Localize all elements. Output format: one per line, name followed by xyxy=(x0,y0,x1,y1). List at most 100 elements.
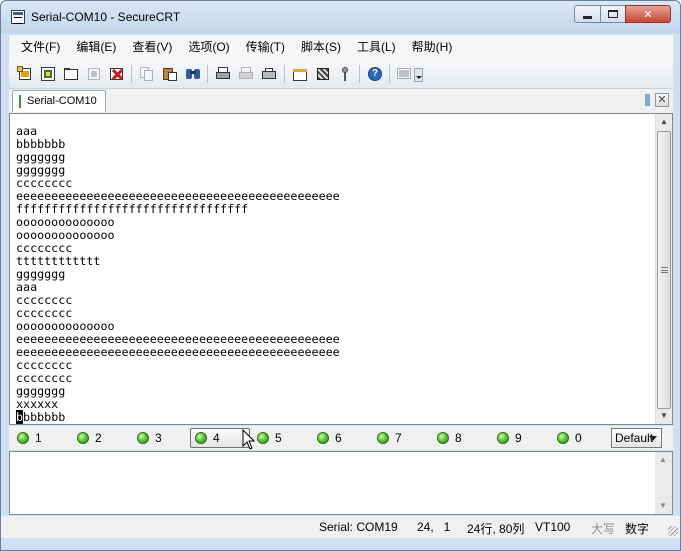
reconnect-icon[interactable] xyxy=(86,66,102,82)
led-icon xyxy=(257,432,269,444)
tab-serial-com10[interactable]: Serial-COM10 xyxy=(12,90,106,112)
button-bar-selector-value: Default xyxy=(615,431,654,445)
quick-connect-icon[interactable] xyxy=(40,66,56,82)
status-terminal-size: 24行, 80列 xyxy=(467,522,525,536)
scroll-up-icon[interactable]: ▲ xyxy=(656,114,672,130)
terminal-line: ggggggg xyxy=(16,267,66,281)
terminal-line: tttttttttttt xyxy=(16,254,101,268)
led-icon xyxy=(317,432,329,444)
terminal-line: xxxxxx xyxy=(16,397,59,411)
toolbar-separator xyxy=(389,65,390,83)
button-bar: 1 2 3 4 5 6 7 8 9 0 Default xyxy=(9,426,673,450)
menu-script[interactable]: 脚本(S) xyxy=(293,35,349,59)
scroll-up-icon[interactable]: ▲ xyxy=(655,452,671,468)
terminal-line: ggggggg xyxy=(16,384,66,398)
led-icon xyxy=(195,432,207,444)
status-bar: Serial: COM19 24, 1 24行, 80列 VT100 大写 数字 xyxy=(1,516,680,538)
led-icon xyxy=(377,432,389,444)
connect-icon[interactable] xyxy=(17,66,33,82)
toolbar-separator xyxy=(131,65,132,83)
connect-in-tab-icon[interactable] xyxy=(63,66,79,82)
menu-tools[interactable]: 工具(L) xyxy=(349,35,404,59)
button-bar-button-6[interactable]: 6 xyxy=(313,428,342,448)
button-bar-button-5[interactable]: 5 xyxy=(253,428,282,448)
tab-status-indicator xyxy=(19,95,21,108)
status-caps-lock: 大写 xyxy=(591,522,616,536)
button-bar-button-1[interactable]: 1 xyxy=(13,428,42,448)
button-bar-button-4[interactable]: 4 xyxy=(190,428,250,448)
button-bar-button-2[interactable]: 2 xyxy=(73,428,102,448)
close-icon: ✕ xyxy=(643,8,653,21)
window-title: Serial-COM10 - SecureCRT xyxy=(31,10,181,24)
key-icon[interactable] xyxy=(337,66,353,82)
close-button[interactable]: ✕ xyxy=(625,5,671,23)
terminal-line: cccccccc xyxy=(16,241,73,255)
scroll-down-icon[interactable]: ▼ xyxy=(655,498,671,514)
led-icon xyxy=(557,432,569,444)
led-icon xyxy=(437,432,449,444)
find-icon[interactable] xyxy=(185,66,201,82)
paste-icon[interactable] xyxy=(162,66,178,82)
terminal-scrollbar[interactable]: ▲ ▼ xyxy=(655,114,672,424)
menu-file[interactable]: 文件(F) xyxy=(13,35,68,59)
led-icon xyxy=(17,432,29,444)
scroll-down-icon[interactable]: ▼ xyxy=(656,408,672,424)
terminal-line: oooooooooooooo xyxy=(16,228,115,242)
terminal-line: bbbbbbb xyxy=(16,137,66,151)
global-options-icon[interactable] xyxy=(315,66,331,82)
button-bar-button-3[interactable]: 3 xyxy=(133,428,162,448)
print-icon[interactable] xyxy=(215,66,231,82)
status-cursor-position: 24, 1 xyxy=(417,520,451,534)
command-window[interactable]: ▲ ▼ xyxy=(9,451,673,515)
terminal-line: ggggggg xyxy=(16,163,66,177)
terminal-output[interactable]: aaa bbbbbbb ggggggg ggggggg cccccccc eeeeeeee… xyxy=(16,125,656,424)
tab-label: Serial-COM10 xyxy=(27,95,97,107)
terminal-view[interactable]: aaa bbbbbbb ggggggg ggggggg cccccccc eeeeeeee… xyxy=(9,113,673,425)
maximize-icon xyxy=(608,10,618,18)
resize-grip-icon[interactable] xyxy=(668,526,678,536)
button-bar-selector[interactable]: Default xyxy=(611,428,662,448)
button-bar-button-0[interactable]: 0 xyxy=(553,428,582,448)
print-selection-icon[interactable] xyxy=(238,66,254,82)
mouse-pointer-icon xyxy=(242,429,256,450)
app-icon[interactable] xyxy=(11,10,25,24)
command-window-scrollbar[interactable]: ▲ ▼ xyxy=(655,452,672,514)
toolbar-separator xyxy=(359,65,360,83)
menu-view[interactable]: 查看(V) xyxy=(124,35,180,59)
menu-bar: 文件(F) 编辑(E) 查看(V) 选项(O) 传输(T) 脚本(S) 工具(L… xyxy=(9,35,673,59)
disconnect-icon[interactable] xyxy=(109,66,125,82)
menu-options[interactable]: 选项(O) xyxy=(180,35,237,59)
maximize-button[interactable] xyxy=(600,5,626,23)
menu-help[interactable]: 帮助(H) xyxy=(404,35,461,59)
title-bar[interactable]: Serial-COM10 - SecureCRT ✕ xyxy=(1,1,680,33)
button-bar-button-9[interactable]: 9 xyxy=(493,428,522,448)
minimize-button[interactable] xyxy=(574,5,601,23)
terminal-line: aaa xyxy=(16,124,38,138)
led-icon xyxy=(497,432,509,444)
print-setup-icon[interactable] xyxy=(261,66,277,82)
status-num-lock: 数字 xyxy=(625,522,650,536)
status-emulation: VT100 xyxy=(535,520,571,534)
button-bar-button-8[interactable]: 8 xyxy=(433,428,462,448)
terminal-line: eeeeeeeeeeeeeeeeeeeeeeeeeeeeeeeeeeeeeeee… xyxy=(16,345,340,359)
button-bar-button-7[interactable]: 7 xyxy=(373,428,402,448)
minimize-icon xyxy=(583,15,592,19)
menu-transfer[interactable]: 传输(T) xyxy=(238,35,293,59)
menu-edit[interactable]: 编辑(E) xyxy=(68,35,124,59)
terminal-line: cccccccc xyxy=(16,293,73,307)
toolbar-separator xyxy=(207,65,208,83)
copy-icon[interactable] xyxy=(139,66,155,82)
terminal-line: cccccccc xyxy=(16,371,73,385)
toolbar-overflow-icon[interactable] xyxy=(414,66,423,82)
tab-scroll-indicator xyxy=(645,94,650,106)
session-options-icon[interactable] xyxy=(292,66,308,82)
terminal-cursor-line: bbbbbbb xyxy=(16,410,656,424)
terminal-line: cccccccc xyxy=(16,358,73,372)
help-icon[interactable]: ? xyxy=(367,66,383,82)
scrollbar-thumb[interactable] xyxy=(657,131,671,409)
close-icon: ✕ xyxy=(657,94,667,106)
status-connection: Serial: COM19 xyxy=(319,520,398,534)
screen-icon[interactable] xyxy=(396,66,412,82)
toolbar-separator xyxy=(284,65,285,83)
close-tab-button[interactable]: ✕ xyxy=(655,93,669,107)
